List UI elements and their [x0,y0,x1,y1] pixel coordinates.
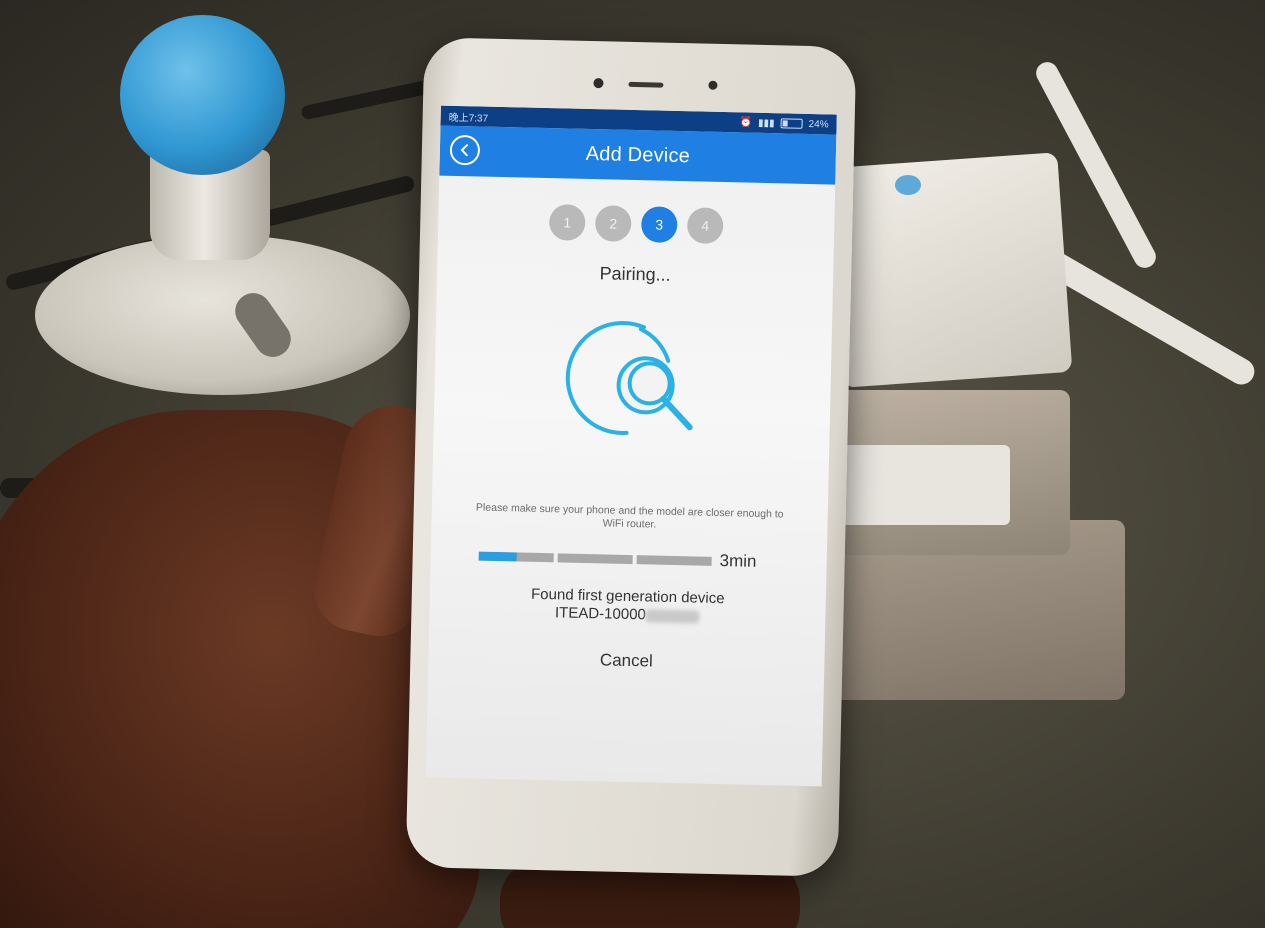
step-1: 1 [548,204,586,241]
signal-icon: ▮▮▮ [757,117,775,129]
status-time: 晚上7:37 [448,112,489,125]
progress-segment [636,554,712,566]
app-header: Add Device [439,125,837,185]
blue-bulb [120,15,285,175]
status-indicators: ⏰ ▮▮▮ 24% [740,117,829,130]
alarm-icon: ⏰ [739,116,753,129]
step-indicator: 1 2 3 4 [438,202,835,247]
step-3: 3 [640,206,678,243]
page-title: Add Device [585,142,691,167]
back-button[interactable] [449,134,481,166]
pairing-progress: 3min [478,546,826,574]
proximity-hint: Please make sure your phone and the mode… [475,501,784,531]
app-screen: 晚上7:37 ⏰ ▮▮▮ 24% Add Device 1 2 3 4 Pair… [425,105,837,787]
front-camera [593,78,604,89]
step-4: 4 [686,207,724,245]
earpiece [628,81,664,88]
search-device-icon [565,321,693,435]
sonoff-button [895,175,921,195]
chevron-left-icon [460,144,469,157]
cancel-button[interactable]: Cancel [428,646,824,675]
progress-segment [557,552,633,564]
progress-segment [478,551,554,562]
proximity-sensor [708,80,718,90]
battery-percent: 24% [808,118,829,130]
progress-fill [478,551,518,561]
relay-board [835,445,1010,525]
phone: 晚上7:37 ⏰ ▮▮▮ 24% Add Device 1 2 3 4 Pair… [405,37,857,877]
pairing-status: Pairing... [599,263,671,285]
step-2: 2 [594,205,632,242]
battery-icon [780,118,803,129]
countdown-timer: 3min [719,551,757,571]
sonoff-module [827,152,1073,388]
device-id-text: ITEAD-10000 [554,604,647,624]
redacted-id [645,608,700,624]
